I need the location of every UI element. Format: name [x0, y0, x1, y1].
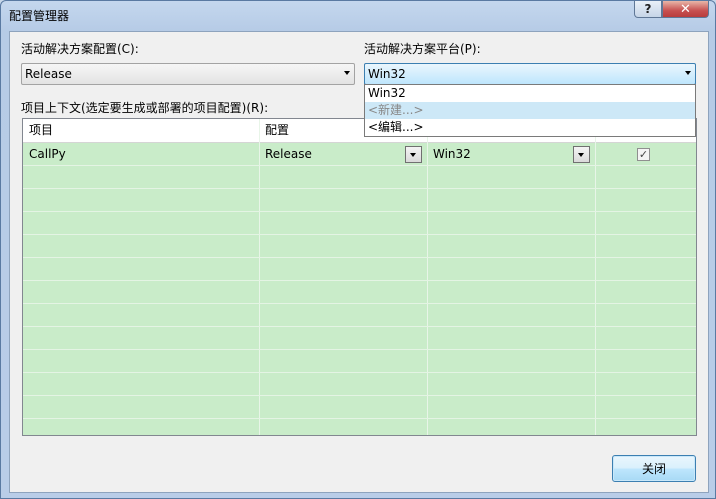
row-divider	[23, 234, 696, 235]
chevron-down-icon	[344, 71, 350, 75]
project-contexts-label: 项目上下文(选定要生成或部署的项目配置)(R):	[21, 101, 269, 115]
row-divider	[23, 165, 696, 166]
row-divider	[23, 211, 696, 212]
build-checkbox[interactable]: ✓	[637, 148, 650, 161]
row-divider	[23, 326, 696, 327]
platform-option-edit[interactable]: <编辑...>	[365, 119, 695, 136]
row-divider	[23, 372, 696, 373]
solution-config-label: 活动解决方案配置(C):	[21, 42, 139, 56]
solution-config-combo[interactable]: Release	[21, 63, 355, 85]
row-divider	[23, 303, 696, 304]
column-divider	[259, 119, 260, 435]
project-contexts-grid[interactable]: 项目 配置 CallPy Release Win32 ✓	[22, 118, 697, 436]
help-button[interactable]: ?	[634, 1, 662, 18]
row-divider	[23, 395, 696, 396]
window-close-button[interactable]: ✕	[662, 1, 709, 18]
solution-platform-combo[interactable]: Win32	[364, 63, 696, 85]
column-header-configuration[interactable]: 配置	[259, 119, 289, 142]
row-configuration-value[interactable]: Release	[265, 143, 312, 165]
platform-dropdown-button[interactable]	[573, 146, 590, 163]
row-divider	[23, 257, 696, 258]
platform-dropdown-list: Win32 <新建...> <编辑...>	[364, 84, 696, 137]
column-divider	[427, 119, 428, 435]
solution-config-value: Release	[25, 67, 72, 81]
solution-platform-label: 活动解决方案平台(P):	[364, 42, 481, 56]
window-title: 配置管理器	[9, 9, 70, 23]
row-divider	[23, 188, 696, 189]
close-button[interactable]: 关闭	[612, 455, 696, 482]
row-divider	[23, 280, 696, 281]
row-platform-value[interactable]: Win32	[433, 143, 471, 165]
dialog-client-area: 活动解决方案配置(C): Release 活动解决方案平台(P): Win32 …	[9, 31, 709, 493]
row-project-name: CallPy	[29, 147, 66, 161]
config-manager-window: 配置管理器 ? ✕ 活动解决方案配置(C): Release 活动解决方案平台(…	[0, 0, 716, 499]
chevron-down-icon	[685, 71, 691, 75]
platform-option-win32[interactable]: Win32	[365, 85, 695, 102]
solution-platform-value: Win32	[368, 67, 406, 81]
platform-option-new[interactable]: <新建...>	[365, 102, 695, 119]
column-divider	[595, 119, 596, 435]
column-header-project[interactable]: 项目	[23, 119, 53, 142]
configuration-dropdown-button[interactable]	[405, 146, 422, 163]
row-divider	[23, 418, 696, 419]
row-divider	[23, 349, 696, 350]
